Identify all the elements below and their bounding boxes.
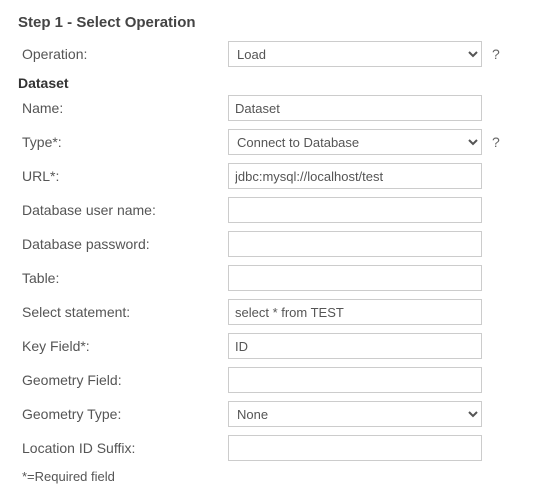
dataset-section-title: Dataset <box>18 75 529 91</box>
select-label: Select statement: <box>18 304 228 320</box>
locsuffix-input[interactable] <box>228 435 482 461</box>
name-row: Name: <box>18 95 529 121</box>
dbuser-label: Database user name: <box>18 202 228 218</box>
url-row: URL*: <box>18 163 529 189</box>
geomfield-label: Geometry Field: <box>18 372 228 388</box>
operation-help-icon[interactable]: ? <box>492 46 500 62</box>
locsuffix-label: Location ID Suffix: <box>18 440 228 456</box>
geomfield-input[interactable] <box>228 367 482 393</box>
select-row: Select statement: <box>18 299 529 325</box>
operation-select[interactable]: Load <box>228 41 482 67</box>
type-help-icon[interactable]: ? <box>492 134 500 150</box>
name-label: Name: <box>18 100 228 116</box>
select-input[interactable] <box>228 299 482 325</box>
operation-row: Operation: Load ? <box>18 41 529 67</box>
dbuser-input[interactable] <box>228 197 482 223</box>
geomtype-row: Geometry Type: None <box>18 401 529 427</box>
keyfield-label: Key Field*: <box>18 338 228 354</box>
required-footnote: *=Required field <box>18 469 529 484</box>
geomtype-select[interactable]: None <box>228 401 482 427</box>
dbpass-row: Database password: <box>18 231 529 257</box>
table-label: Table: <box>18 270 228 286</box>
dbuser-row: Database user name: <box>18 197 529 223</box>
keyfield-input[interactable] <box>228 333 482 359</box>
dbpass-input[interactable] <box>228 231 482 257</box>
url-label: URL*: <box>18 168 228 184</box>
operation-label: Operation: <box>18 46 228 62</box>
step-title: Step 1 - Select Operation <box>18 14 529 31</box>
table-row: Table: <box>18 265 529 291</box>
name-input[interactable] <box>228 95 482 121</box>
type-row: Type*: Connect to Database ? <box>18 129 529 155</box>
locsuffix-row: Location ID Suffix: <box>18 435 529 461</box>
type-select[interactable]: Connect to Database <box>228 129 482 155</box>
geomtype-label: Geometry Type: <box>18 406 228 422</box>
table-input[interactable] <box>228 265 482 291</box>
url-input[interactable] <box>228 163 482 189</box>
type-label: Type*: <box>18 134 228 150</box>
dbpass-label: Database password: <box>18 236 228 252</box>
keyfield-row: Key Field*: <box>18 333 529 359</box>
geomfield-row: Geometry Field: <box>18 367 529 393</box>
